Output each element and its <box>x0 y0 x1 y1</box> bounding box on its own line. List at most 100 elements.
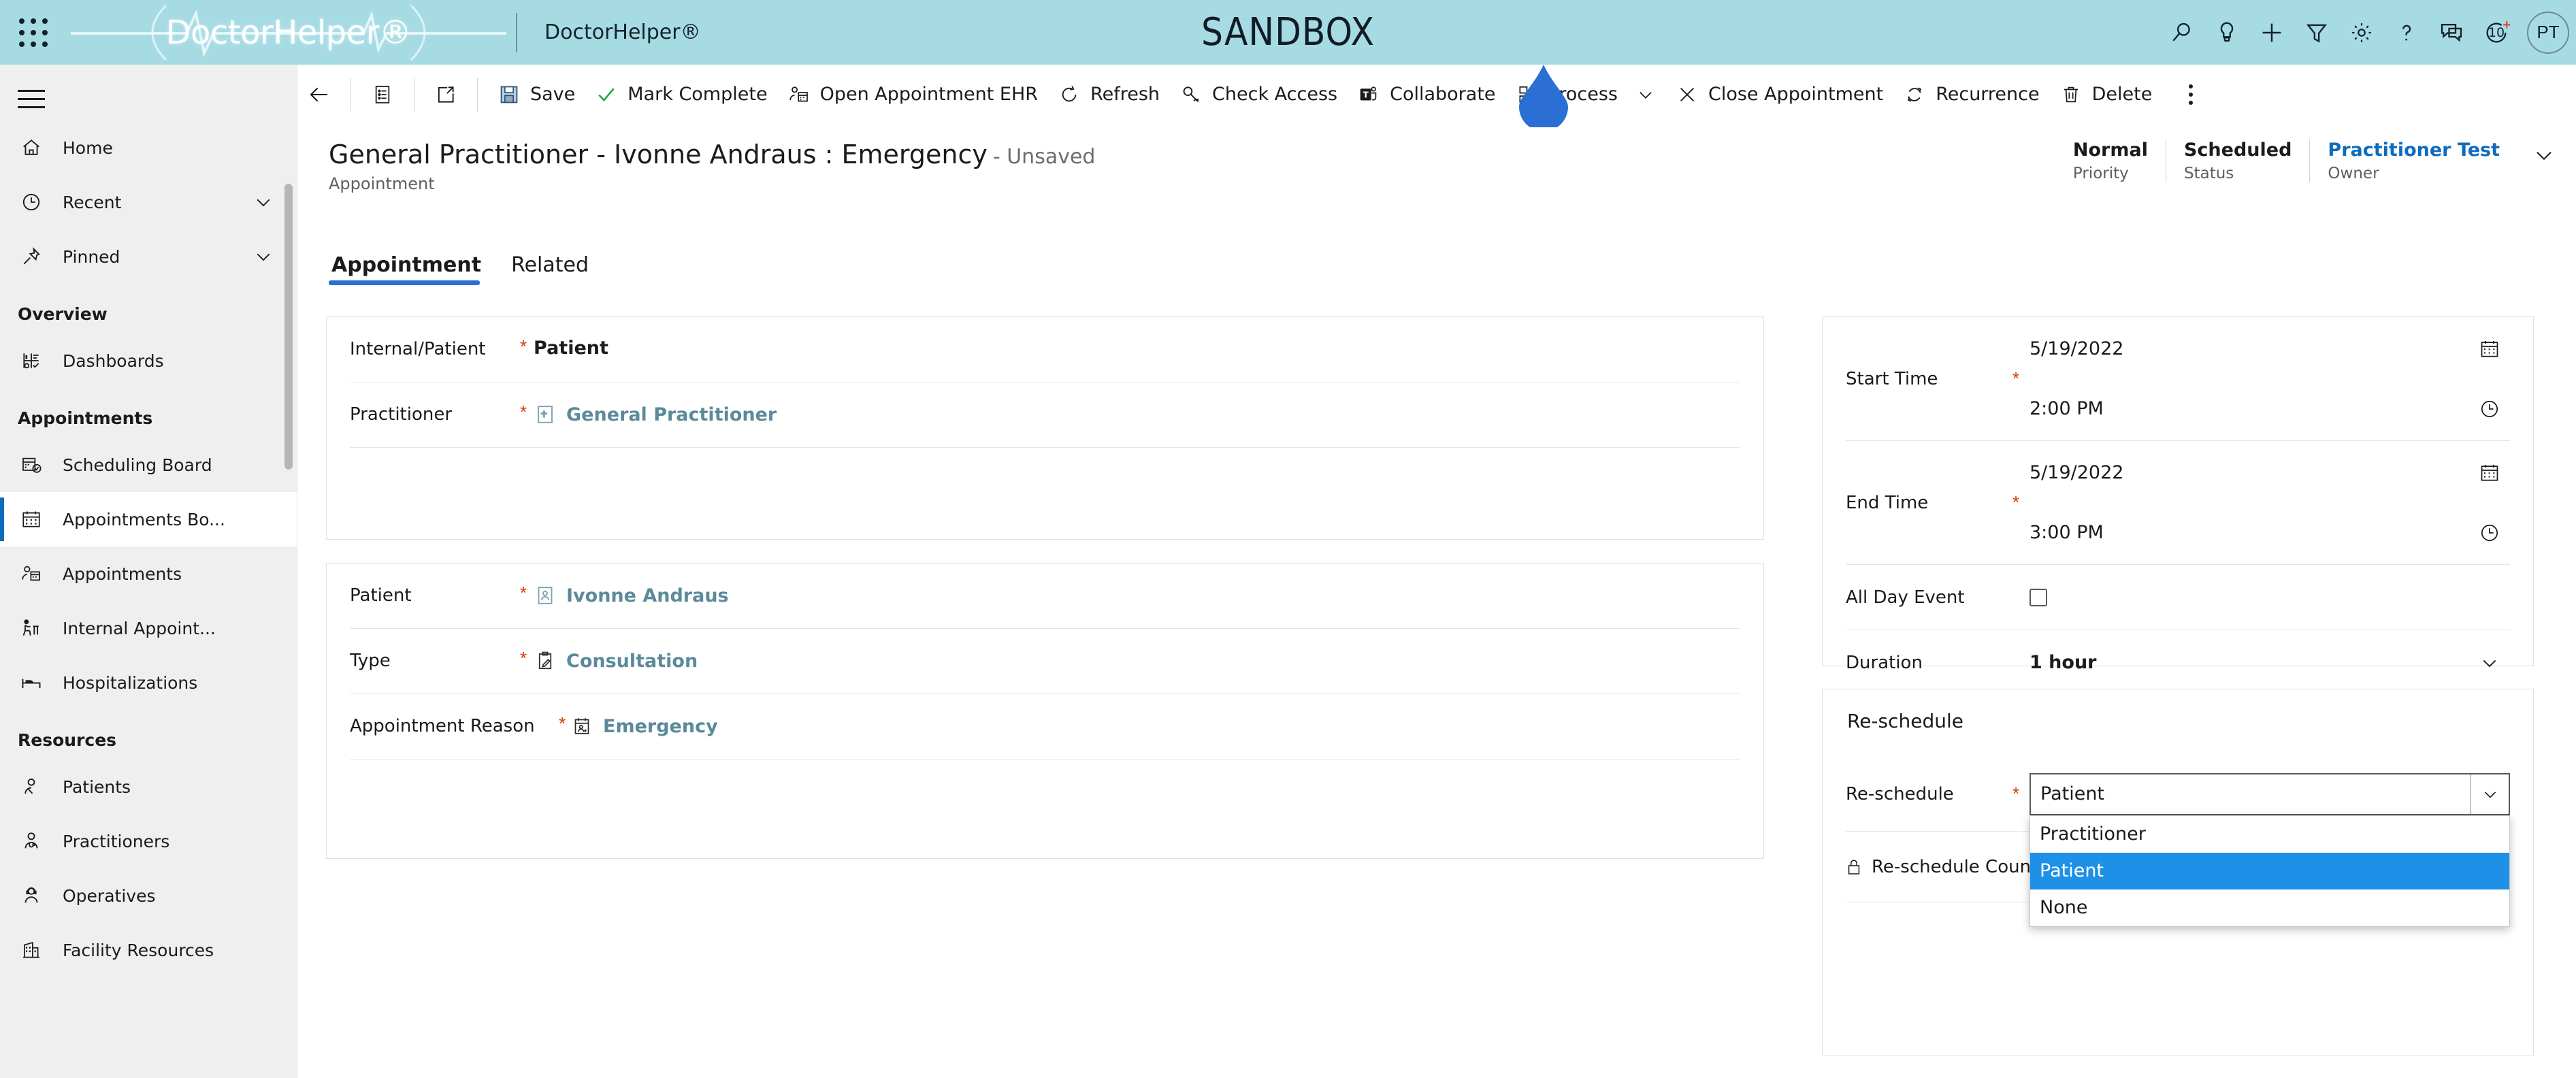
collaborate-button[interactable]: T Collaborate <box>1347 73 1505 116</box>
check-access-label: Check Access <box>1212 84 1338 105</box>
expand-header-icon[interactable] <box>2532 144 2556 167</box>
plus-icon[interactable] <box>2249 10 2294 55</box>
sidebar-item-label: Dashboards <box>63 350 164 371</box>
collaborate-label: Collaborate <box>1390 84 1496 105</box>
lightbulb-icon[interactable] <box>2204 10 2249 55</box>
mark-complete-button[interactable]: Mark Complete <box>585 73 777 116</box>
sidebar-item-home[interactable]: Home <box>0 120 297 175</box>
tab-related[interactable]: Related <box>508 253 597 285</box>
open-appointment-ehr-label: Open Appointment EHR <box>819 84 1039 105</box>
process-button[interactable]: Process <box>1505 73 1665 116</box>
reschedule-option-none[interactable]: None <box>2030 889 2509 926</box>
chevron-down-icon[interactable] <box>253 246 274 267</box>
site-map-toggle-icon[interactable] <box>18 77 61 120</box>
save-button[interactable]: Save <box>487 73 585 116</box>
duration-input[interactable]: 1 hour <box>2029 633 2510 693</box>
duration-value: 1 hour <box>2029 652 2097 673</box>
sidebar-item-operatives[interactable]: Operatives <box>0 868 297 923</box>
gear-icon[interactable] <box>2339 10 2384 55</box>
reschedule-option-practitioner[interactable]: Practitioner <box>2030 816 2509 853</box>
command-bar: Save Mark Complete Open Appointment EHR <box>297 65 2576 125</box>
sidebar-item-patients[interactable]: Patients <box>0 760 297 814</box>
reschedule-label: Re-schedule <box>1846 783 1954 804</box>
header-field-priority[interactable]: Normal Priority <box>2055 140 2166 182</box>
back-button[interactable] <box>297 73 341 116</box>
notification-plus: + <box>2502 17 2511 33</box>
practitioner-value-wrap[interactable]: General Practitioner <box>534 382 1740 426</box>
practitioner-record-icon <box>534 403 557 426</box>
sidebar-item-appointments-board[interactable]: Appointments Bo... <box>0 492 297 546</box>
close-appointment-button[interactable]: Close Appointment <box>1665 73 1893 116</box>
sidebar-item-practitioners[interactable]: Practitioners <box>0 814 297 868</box>
help-icon[interactable] <box>2384 10 2429 55</box>
patient-icon <box>18 773 45 800</box>
header-divider <box>516 12 517 52</box>
avatar[interactable]: PT <box>2527 11 2569 54</box>
sidebar-item-hospitalizations[interactable]: Hospitalizations <box>0 655 297 710</box>
clock-icon <box>18 189 45 216</box>
appointment-reason-lookup[interactable]: Emergency <box>570 715 718 738</box>
clock-icon[interactable] <box>2479 398 2510 420</box>
owner-value[interactable]: Practitioner Test <box>2328 140 2500 161</box>
start-date-input[interactable]: 5/19/2022 <box>2029 319 2510 379</box>
show-as-list-button[interactable] <box>361 73 404 116</box>
end-time-input[interactable]: 3:00 PM <box>2029 503 2510 563</box>
calendar-check-icon <box>18 451 45 478</box>
start-time-label: Start Time <box>1846 368 1938 389</box>
tab-appointment[interactable]: Appointment <box>329 253 489 285</box>
calendar-icon[interactable] <box>2479 462 2510 484</box>
check-access-button[interactable]: Check Access <box>1169 73 1347 116</box>
reschedule-select[interactable]: Patient <box>2029 772 2510 815</box>
refresh-label: Refresh <box>1090 84 1160 105</box>
sidebar-group-appointments: Appointments <box>18 408 153 428</box>
field-end-time: End Time * 5/19/2022 3:00 PM <box>1846 441 2510 565</box>
start-date-value: 5/19/2022 <box>2029 338 2124 359</box>
sidebar-item-pinned[interactable]: Pinned <box>0 229 297 284</box>
brand-logo[interactable]: DoctorHelper® <box>64 0 513 65</box>
end-date-input[interactable]: 5/19/2022 <box>2029 443 2510 503</box>
sidebar-scrollbar[interactable] <box>284 184 293 470</box>
feedback-icon[interactable] <box>2429 10 2474 55</box>
type-lookup[interactable]: Consultation <box>534 649 698 672</box>
refresh-button[interactable]: Refresh <box>1047 73 1169 116</box>
recurrence-button[interactable]: Recurrence <box>1893 73 2049 116</box>
start-time-input[interactable]: 2:00 PM <box>2029 379 2510 439</box>
chevron-down-icon[interactable] <box>2471 774 2509 814</box>
internal-patient-value-wrap[interactable]: Patient <box>534 317 1740 359</box>
chevron-down-icon[interactable] <box>253 192 274 212</box>
delete-button[interactable]: Delete <box>2049 73 2162 116</box>
appointment-reason-value-wrap[interactable]: Emergency <box>570 694 1740 738</box>
app-launcher-icon[interactable] <box>18 17 49 48</box>
all-day-event-checkbox[interactable] <box>2029 588 2047 606</box>
reschedule-option-patient[interactable]: Patient <box>2030 852 2509 889</box>
header-field-group: Normal Priority Scheduled Status Practit… <box>2055 125 2576 182</box>
type-value-wrap[interactable]: Consultation <box>534 629 1740 672</box>
header-field-status[interactable]: Scheduled Status <box>2165 140 2309 182</box>
open-appointment-ehr-button[interactable]: Open Appointment EHR <box>777 73 1047 116</box>
chevron-down-icon[interactable] <box>1635 84 1656 105</box>
open-in-new-window-button[interactable] <box>424 73 468 116</box>
all-day-event-label: All Day Event <box>1846 587 1965 608</box>
sidebar-item-internal-appointments[interactable]: Internal Appoint... <box>0 601 297 655</box>
mark-complete-label: Mark Complete <box>627 84 768 105</box>
header-field-owner[interactable]: Practitioner Test Owner <box>2309 140 2517 182</box>
schedule-section: Start Time * 5/19/2022 2:00 PM End Time … <box>1822 316 2534 696</box>
sidebar-item-scheduling-board[interactable]: Scheduling Board <box>0 438 297 492</box>
patient-value-wrap[interactable]: Ivonne Andraus <box>534 564 1740 607</box>
headset-person-icon <box>18 882 45 909</box>
sidebar-item-dashboards[interactable]: Dashboards <box>0 333 297 388</box>
chevron-down-icon[interactable] <box>2479 652 2510 674</box>
required-indicator: * <box>558 713 566 734</box>
search-icon[interactable] <box>2159 10 2204 55</box>
calendar-icon[interactable] <box>2479 338 2510 360</box>
sidebar-item-appointments[interactable]: Appointments <box>0 546 297 601</box>
more-commands-button[interactable] <box>2172 73 2209 116</box>
duration-field: 1 hour <box>2029 633 2510 693</box>
notifications-icon[interactable]: 10 + <box>2474 10 2519 55</box>
sidebar-item-facility-resources[interactable]: Facility Resources <box>0 923 297 977</box>
practitioner-lookup[interactable]: General Practitioner <box>534 403 777 426</box>
filter-icon[interactable] <box>2294 10 2339 55</box>
patient-lookup[interactable]: Ivonne Andraus <box>534 584 729 607</box>
sidebar-item-recent[interactable]: Recent <box>0 175 297 229</box>
clock-icon[interactable] <box>2479 522 2510 544</box>
